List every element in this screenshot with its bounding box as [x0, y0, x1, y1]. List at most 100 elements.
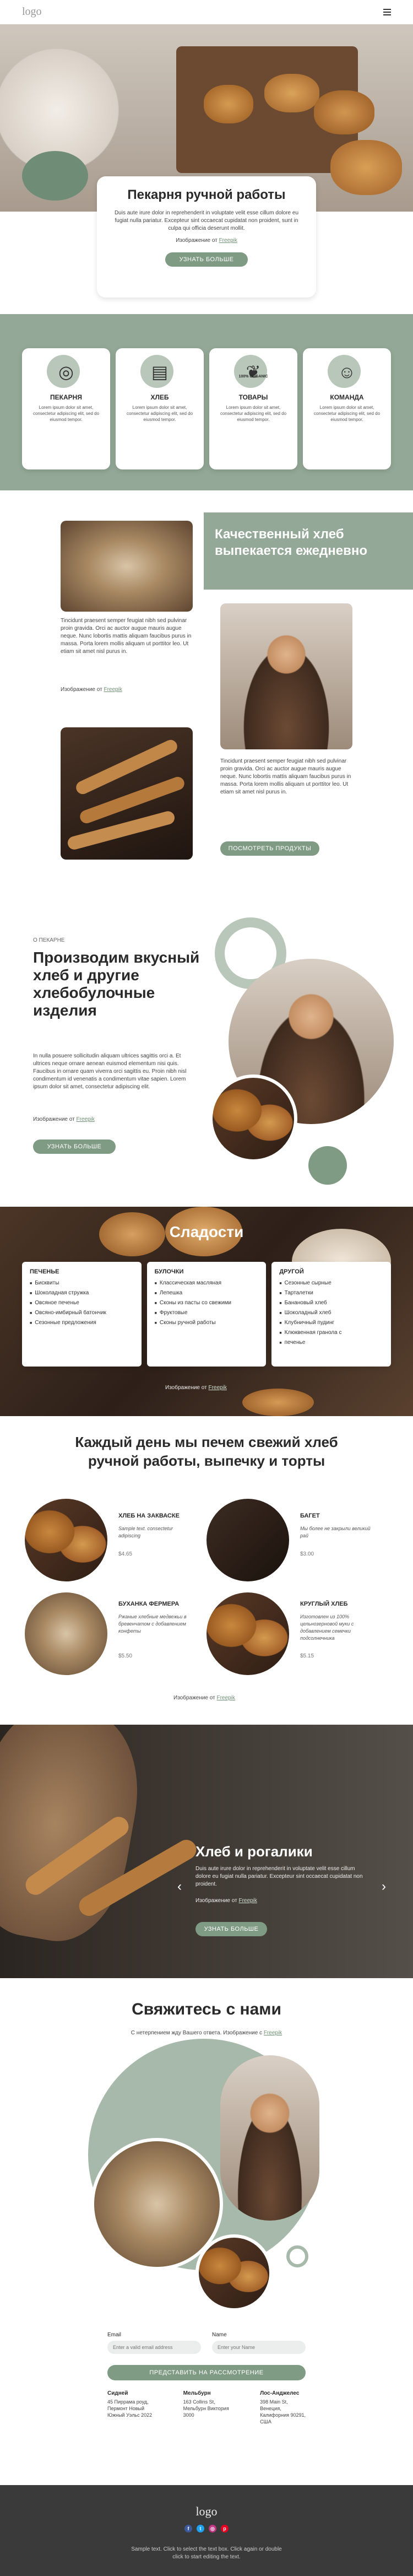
- name-field[interactable]: [212, 2341, 306, 2354]
- about-text: In nulla posuere sollicitudin aliquam ul…: [33, 1053, 187, 1090]
- header: logo: [0, 0, 413, 24]
- quality-text-2: Tincidunt praesent semper feugiat nibh s…: [220, 758, 351, 795]
- menu-item: Овсяное печенье: [30, 1298, 134, 1308]
- bread-icon: ▤: [151, 362, 169, 382]
- product-desc: Мы более не закрыли великий рай: [300, 1526, 371, 1538]
- product-name: БАГЕТ: [300, 1513, 320, 1519]
- menu-item: Сезонные сырные: [279, 1278, 383, 1288]
- about-learn-more-button[interactable]: УЗНАТЬ БОЛЬШЕ: [33, 1140, 116, 1154]
- office: Мельбурн 163 Collins St, Мельбурн Виктория…: [183, 2390, 229, 2425]
- product-price: $5.50: [118, 1653, 133, 1659]
- feature-title: КОМАНДА: [330, 393, 364, 401]
- slider-next[interactable]: ›: [382, 1879, 386, 1894]
- sweets-column-title: ДРУГОЙ: [279, 1268, 304, 1275]
- about-credit: Изображение от Freepik: [33, 1116, 95, 1122]
- slider-credit: Изображение от Freepik: [195, 1898, 257, 1904]
- product-item[interactable]: ХЛЕБ НА ЗАКВАСКЕ Sample text. consectetu…: [25, 1499, 201, 1587]
- freepik-link[interactable]: Freepik: [76, 1116, 94, 1122]
- slider-prev[interactable]: ‹: [177, 1879, 182, 1894]
- slider-learn-more-button[interactable]: УЗНАТЬ БОЛЬШЕ: [195, 1922, 267, 1936]
- product-image: [25, 1499, 107, 1581]
- office-address-line: 398 Main St,: [260, 2399, 288, 2405]
- product-name: ХЛЕБ НА ЗАКВАСКЕ: [118, 1513, 180, 1519]
- product-desc: Изготовлен из 100% цельнозерновой муки с…: [300, 1614, 354, 1641]
- pinterest-icon[interactable]: p: [221, 2525, 229, 2532]
- feature-card: ❦ ТОВАРЫ Lorem ipsum dolor sit amet, con…: [209, 348, 297, 469]
- slider-title: Хлеб и рогалики: [195, 1843, 313, 1860]
- product-desc: Ржаные хлебные медвежьи в бревенчатом с …: [118, 1614, 187, 1634]
- email-field[interactable]: [107, 2341, 201, 2354]
- quality-text-1: Tincidunt praesent semper feugiat nibh s…: [61, 618, 192, 655]
- slider-text: Duis aute irure dolor in reprehenderit i…: [195, 1866, 363, 1887]
- sweets-column: ПЕЧЕНЬЕ БисквитыШоколадная стружкаОвсяное…: [22, 1262, 142, 1367]
- deco-circle-small: [308, 1146, 347, 1185]
- hero-credit: Изображение от Freepik: [176, 237, 237, 244]
- office-address-line: 3000: [183, 2412, 194, 2418]
- feature-text: Lorem ipsum dolor sit amet, consectetur …: [126, 405, 193, 422]
- product-price: $5.15: [300, 1653, 314, 1659]
- submit-button[interactable]: ПРЕДСТАВИТЬ НА РАССМОТРЕНИЕ: [107, 2365, 306, 2380]
- contact-subtitle: С нетерпением жду Вашего ответа. Изображ…: [131, 2030, 282, 2036]
- footer-text: Sample text. Click to select the text bo…: [0, 2546, 413, 2561]
- products-credit: Изображение от Freepik: [173, 1695, 235, 1701]
- feature-card: ▤ ХЛЕБ Lorem ipsum dolor sit amet, conse…: [116, 348, 204, 469]
- facebook-icon[interactable]: f: [184, 2525, 192, 2532]
- footer-line-2: click to start editing the text.: [172, 2554, 241, 2560]
- team-icon: ☺: [338, 362, 356, 382]
- feature-text: Lorem ipsum dolor sit amet, consectetur …: [32, 405, 100, 422]
- product-name: БУХАНКА ФЕРМЕРА: [118, 1601, 180, 1607]
- footer-line-1: Sample text. Click to select the text bo…: [131, 2546, 282, 2552]
- office-address-line: 163 Collins St,: [183, 2399, 215, 2405]
- menu-item: Сконы из пасты со свежими: [155, 1298, 259, 1308]
- office-city: Сидней: [107, 2390, 128, 2396]
- hands-dough-image: [61, 521, 193, 612]
- hero-title: Пекарня ручной работы: [127, 187, 286, 202]
- about-title: Производим вкусный хлеб и другие хлебобу…: [33, 949, 200, 1019]
- sweets-credit: Изображение от Freepik: [165, 1385, 227, 1391]
- product-item[interactable]: БУХАНКА ФЕРМЕРА Ржаные хлебные медвежьи …: [25, 1592, 201, 1681]
- product-name: КРУГЛЫЙ ХЛЕБ: [300, 1601, 348, 1607]
- features-row: ◎ ПЕКАРНЯ Lorem ipsum dolor sit amet, co…: [22, 348, 391, 469]
- freepik-link[interactable]: Freepik: [238, 1898, 257, 1904]
- name-label: Name: [212, 2332, 227, 2338]
- contact-ring: [286, 2245, 308, 2267]
- about-kicker: О ПЕКАРНЕ: [33, 937, 65, 943]
- office: Сидней 45 Пиррама роуд, Пермонт Новый Южный…: [107, 2390, 152, 2425]
- freepik-link[interactable]: Freepik: [219, 237, 237, 244]
- sweets-column-title: БУЛОЧКИ: [154, 1268, 184, 1275]
- products-title: Каждый день мы печем свежий хлеб ручной …: [75, 1434, 338, 1469]
- menu-item: Фруктовые: [155, 1308, 259, 1318]
- product-item[interactable]: БАГЕТ Мы более не закрыли великий рай $3…: [206, 1499, 383, 1587]
- instagram-icon[interactable]: ◎: [209, 2525, 216, 2532]
- freepik-link[interactable]: Freepik: [264, 2030, 282, 2036]
- freepik-link[interactable]: Freepik: [208, 1385, 226, 1391]
- hero-card: Пекарня ручной работы Duis aute irure do…: [97, 176, 316, 298]
- office: Лос-Анджелес 398 Main St, Венеция, Калифорн…: [260, 2390, 306, 2425]
- quality-credit: Изображение от Freepik: [61, 687, 122, 693]
- sweets-title: Сладости: [169, 1223, 244, 1240]
- view-products-button[interactable]: ПОСМОТРЕТЬ ПРОДУКТЫ: [220, 841, 319, 856]
- menu-item: Овсяно-имбирный батончик: [30, 1308, 134, 1318]
- menu-item: Шоколадная стружка: [30, 1288, 134, 1298]
- product-desc: Sample text. consectetur adipiscing: [118, 1526, 173, 1538]
- feature-title: ПЕКАРНЯ: [50, 393, 82, 401]
- feature-title: ТОВАРЫ: [238, 393, 268, 401]
- freepik-link[interactable]: Freepik: [216, 1695, 235, 1701]
- office-address-line: Мельбурн Виктория: [183, 2406, 229, 2411]
- freepik-link[interactable]: Freepik: [104, 687, 122, 693]
- hamburger-icon[interactable]: [383, 9, 391, 15]
- twitter-icon[interactable]: t: [197, 2525, 204, 2532]
- menu-item: Бисквиты: [30, 1278, 134, 1288]
- croissants-circle: [209, 1074, 297, 1163]
- product-item[interactable]: КРУГЛЫЙ ХЛЕБ Изготовлен из 100% цельнозе…: [206, 1592, 383, 1681]
- learn-more-button[interactable]: УЗНАТЬ БОЛЬШЕ: [165, 252, 248, 267]
- hero-text: Duis aute irure dolor in reprehenderit i…: [114, 210, 299, 231]
- feature-card: ☺ КОМАНДА Lorem ipsum dolor sit amet, co…: [303, 348, 391, 469]
- footer-logo[interactable]: logo: [0, 2504, 413, 2519]
- logo[interactable]: logo: [22, 6, 42, 18]
- sweets-column: БУЛОЧКИКлассическая маслянаяЛепешкаСконы…: [146, 1262, 267, 1367]
- contact-baker-image: [220, 2055, 319, 2221]
- sweets-column: ДРУГОЙ Сезонные сырныеТарталеткиБанановый…: [271, 1262, 392, 1367]
- menu-item: Сезонные предложения: [30, 1318, 134, 1328]
- product-price: $3.00: [300, 1551, 314, 1557]
